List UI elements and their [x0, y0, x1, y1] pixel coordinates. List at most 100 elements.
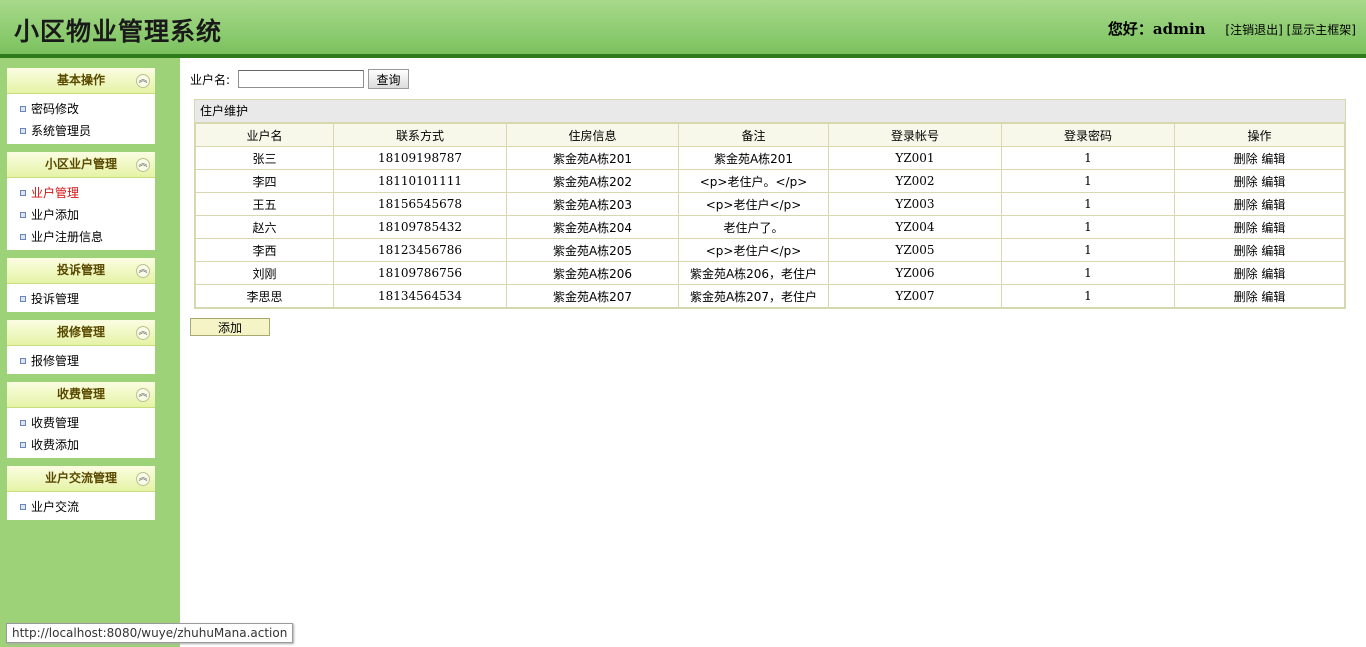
table-cell: 老住户了。 — [678, 215, 829, 239]
panel-caption: 住户维护 — [195, 100, 1345, 123]
table-cell: 紫金苑A栋202 — [506, 169, 679, 193]
sidebar-panel: 基本操作 ︽ 密码修改系统管理员 — [7, 68, 155, 144]
collapse-chevron-icon[interactable]: ︽ — [136, 472, 150, 486]
collapse-chevron-icon[interactable]: ︽ — [136, 158, 150, 172]
sidebar-menu-item-label: 投诉管理 — [31, 292, 80, 306]
collapse-chevron-icon[interactable]: ︽ — [136, 326, 150, 340]
table-cell: 李西 — [195, 238, 334, 262]
table-cell: 紫金苑A栋204 — [506, 215, 679, 239]
table-cell: 18123456786 — [333, 238, 507, 262]
sidebar-panel: 收费管理 ︽ 收费管理收费添加 — [7, 382, 155, 458]
table-cell: 紫金苑A栋207 — [506, 284, 679, 308]
sidebar-panel-header[interactable]: 小区业户管理 ︽ — [7, 152, 155, 178]
table-cell: 王五 — [195, 192, 334, 216]
table-cell: 紫金苑A栋203 — [506, 192, 679, 216]
sidebar-menu-item[interactable]: 业户交流 — [7, 496, 155, 518]
sidebar-menu-item[interactable]: 投诉管理 — [7, 288, 155, 310]
sidebar-menu-item[interactable]: 收费管理 — [7, 412, 155, 434]
square-bullet-icon — [20, 106, 26, 112]
sidebar-menu-item[interactable]: 系统管理员 — [7, 120, 155, 142]
sidebar-menu-item[interactable]: 收费添加 — [7, 434, 155, 456]
column-header: 登录帐号 — [828, 123, 1002, 147]
sidebar-menu-item-label: 收费管理 — [31, 416, 80, 430]
table-cell: 1 — [1001, 215, 1175, 239]
table-row: 李思思 18134564534 紫金苑A栋207 紫金苑A栋207，老住户 YZ007 1… — [195, 284, 1345, 308]
sidebar-panel: 报修管理 ︽ 报修管理 — [7, 320, 155, 374]
app-header: 小区物业管理系统 您好：admin [注销退出] [显示主框架] — [0, 0, 1366, 58]
table-cell: 紫金苑A栋205 — [506, 238, 679, 262]
app-title: 小区物业管理系统 — [14, 17, 223, 46]
sidebar-panel-body: 报修管理 — [7, 346, 155, 374]
delete-link[interactable]: 删除 — [1234, 290, 1258, 304]
sidebar-panel-header[interactable]: 报修管理 ︽ — [7, 320, 155, 346]
table-row: 张三 18109198787 紫金苑A栋201 紫金苑A栋201 YZ001 1 删除 编辑 — [195, 146, 1345, 170]
square-bullet-icon — [20, 358, 26, 364]
square-bullet-icon — [20, 420, 26, 426]
table-cell-actions: 删除 编辑 — [1174, 284, 1345, 308]
sidebar-panel-title: 报修管理 — [56, 325, 105, 339]
table-cell-actions: 删除 编辑 — [1174, 238, 1345, 262]
collapse-chevron-icon[interactable]: ︽ — [136, 264, 150, 278]
sidebar-menu-item-label: 收费添加 — [31, 438, 80, 452]
table-cell: 1 — [1001, 169, 1175, 193]
sidebar-panel: 小区业户管理 ︽ 业户管理业户添加业户注册信息 — [7, 152, 155, 250]
sidebar-menu-item[interactable]: 业户注册信息 — [7, 226, 155, 248]
edit-link[interactable]: 编辑 — [1261, 267, 1285, 281]
collapse-chevron-icon[interactable]: ︽ — [136, 74, 150, 88]
delete-link[interactable]: 删除 — [1234, 152, 1258, 166]
table-cell: 李思思 — [195, 284, 334, 308]
sidebar-menu-item-label: 业户添加 — [31, 208, 80, 222]
table-cell: YZ007 — [828, 284, 1002, 308]
edit-link[interactable]: 编辑 — [1261, 290, 1285, 304]
delete-link[interactable]: 删除 — [1234, 175, 1258, 189]
column-header: 联系方式 — [333, 123, 507, 147]
edit-link[interactable]: 编辑 — [1261, 152, 1285, 166]
edit-link[interactable]: 编辑 — [1261, 175, 1285, 189]
column-header: 业户名 — [195, 123, 334, 147]
delete-link[interactable]: 删除 — [1234, 198, 1258, 212]
header-user-area: 您好：admin [注销退出] [显示主框架] — [1108, 18, 1356, 39]
table-cell: YZ004 — [828, 215, 1002, 239]
sidebar-menu-item-label: 系统管理员 — [31, 124, 92, 138]
sidebar-menu-item[interactable]: 密码修改 — [7, 98, 155, 120]
add-owner-button[interactable]: 添加 — [190, 318, 270, 336]
search-button[interactable]: 查询 — [368, 69, 409, 89]
table-cell: <p>老住户</p> — [678, 192, 829, 216]
sidebar-menu-item-label: 业户交流 — [31, 500, 80, 514]
sidebar-panel-title: 收费管理 — [56, 387, 105, 401]
table-body: 张三 18109198787 紫金苑A栋201 紫金苑A栋201 YZ001 1 删除 编辑… — [195, 146, 1345, 308]
sidebar-panel-header[interactable]: 投诉管理 ︽ — [7, 258, 155, 284]
edit-link[interactable]: 编辑 — [1261, 198, 1285, 212]
sidebar-panel-body: 密码修改系统管理员 — [7, 94, 155, 144]
table-cell: 18109198787 — [333, 146, 507, 170]
table-cell: 张三 — [195, 146, 334, 170]
column-header: 住房信息 — [506, 123, 679, 147]
table-cell-actions: 删除 编辑 — [1174, 192, 1345, 216]
collapse-chevron-icon[interactable]: ︽ — [136, 388, 150, 402]
sidebar-panel-header[interactable]: 业户交流管理 ︽ — [7, 466, 155, 492]
sidebar-panel-body: 投诉管理 — [7, 284, 155, 312]
delete-link[interactable]: 删除 — [1234, 244, 1258, 258]
square-bullet-icon — [20, 442, 26, 448]
sidebar-panel-title: 基本操作 — [56, 73, 105, 87]
edit-link[interactable]: 编辑 — [1261, 221, 1285, 235]
sidebar-menu-item[interactable]: 业户管理 — [7, 182, 155, 204]
table-cell: 1 — [1001, 261, 1175, 285]
show-main-frame-link[interactable]: [显示主框架] — [1287, 23, 1356, 37]
delete-link[interactable]: 删除 — [1234, 267, 1258, 281]
owner-name-search-input[interactable] — [238, 70, 364, 88]
sidebar-panel-header[interactable]: 收费管理 ︽ — [7, 382, 155, 408]
table-cell: YZ001 — [828, 146, 1002, 170]
delete-link[interactable]: 删除 — [1234, 221, 1258, 235]
sidebar-panel-header[interactable]: 基本操作 ︽ — [7, 68, 155, 94]
logout-link[interactable]: [注销退出] — [1225, 23, 1282, 37]
sidebar-menu-item[interactable]: 业户添加 — [7, 204, 155, 226]
square-bullet-icon — [20, 128, 26, 134]
sidebar-panel-body: 业户交流 — [7, 492, 155, 520]
edit-link[interactable]: 编辑 — [1261, 244, 1285, 258]
table-cell: 18109785432 — [333, 215, 507, 239]
table-cell: 赵六 — [195, 215, 334, 239]
table-cell: 18134564534 — [333, 284, 507, 308]
owner-table: 业户名 联系方式 住房信息 备注 登录帐号 登录密码 操作 张三 18109198787 紫金苑… — [195, 123, 1345, 308]
sidebar-menu-item[interactable]: 报修管理 — [7, 350, 155, 372]
